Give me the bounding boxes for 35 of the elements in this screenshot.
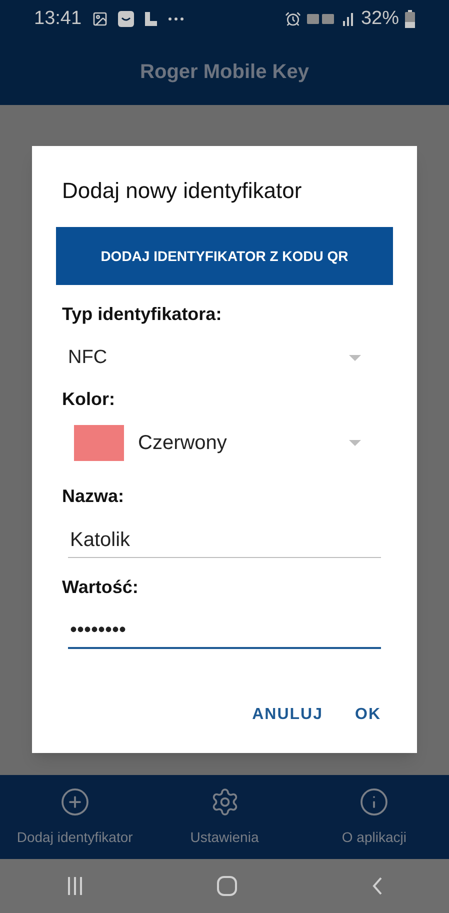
- app-icon: [144, 11, 158, 27]
- status-time: 13:41: [34, 6, 82, 31]
- alarm-icon: [284, 11, 301, 27]
- text-field[interactable]: ••••••••: [68, 613, 381, 649]
- image-icon: [92, 11, 108, 27]
- field-value: ••••••••: [70, 618, 126, 643]
- color-name: Czerwony: [138, 431, 227, 456]
- field-label: Nazwa:: [62, 485, 126, 508]
- nav-item[interactable]: Ustawienia: [150, 786, 300, 848]
- dialog-button[interactable]: OK: [349, 699, 387, 731]
- more-icon: [168, 17, 184, 21]
- app-icon: [118, 11, 134, 27]
- field-label: Typ identyfikatora:: [62, 303, 223, 326]
- app-title: Roger Mobile Key: [140, 60, 309, 84]
- text-field[interactable]: Katolik: [68, 522, 381, 558]
- dialog-button[interactable]: ANULUJ: [246, 699, 329, 731]
- qr-button[interactable]: DODAJ IDENTYFIKATOR Z KODU QR: [56, 227, 393, 285]
- color-dropdown[interactable]: Czerwony: [74, 423, 375, 463]
- home-icon[interactable]: [217, 876, 238, 896]
- dropdown-caret-icon: [349, 355, 361, 361]
- signal-icon: [342, 12, 355, 26]
- info-icon: [359, 786, 390, 816]
- dialog-title: Dodaj nowy identyfikator: [62, 177, 303, 205]
- type-dropdown[interactable]: NFC: [68, 340, 381, 376]
- add-icon: [60, 786, 90, 816]
- field-value: Katolik: [70, 528, 130, 552]
- battery-percent: 32%: [360, 6, 399, 31]
- battery-icon: [405, 10, 415, 28]
- dropdown-caret-icon: [349, 440, 361, 446]
- back-icon[interactable]: [372, 877, 382, 895]
- field-label: Wartość:: [62, 576, 140, 599]
- nav-item[interactable]: O aplikacji: [299, 786, 449, 848]
- nav-item[interactable]: Dodaj identyfikator: [0, 786, 150, 848]
- field-label: Kolor:: [62, 388, 116, 411]
- recent-apps-icon[interactable]: [67, 877, 84, 895]
